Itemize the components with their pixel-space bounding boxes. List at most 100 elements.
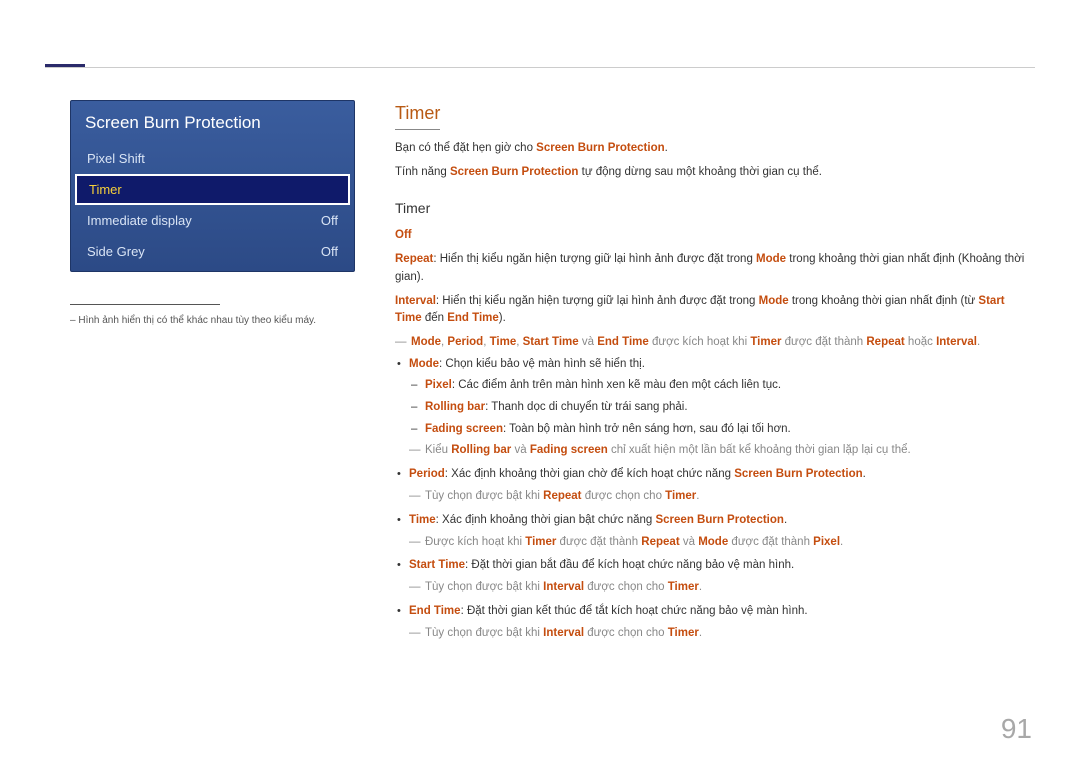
text: Bạn có thể đặt hẹn giờ cho: [395, 142, 536, 154]
interval-line: Interval: Hiển thị kiểu ngăn hiện tượng …: [395, 293, 1032, 329]
mode-bullets: Mode: Chọn kiểu bảo vệ màn hình sẽ hiển …: [395, 356, 1032, 643]
bullet-start-time: Start Time: Đặt thời gian bắt đầu để kíc…: [395, 557, 1032, 597]
text: : Xác định khoảng thời gian bật chức năn…: [436, 514, 656, 526]
text: được chọn cho: [582, 490, 666, 502]
note-start-time: Tùy chọn được bật khi Interval được chọn…: [409, 579, 1032, 597]
menu-item-immediate-display[interactable]: Immediate display Off: [71, 205, 354, 236]
text: được kích hoạt khi: [649, 336, 751, 348]
sub-rolling-bar: Rolling bar: Thanh dọc di chuyển từ trái…: [409, 399, 1032, 417]
text: .: [699, 581, 702, 593]
text: được chọn cho: [584, 627, 668, 639]
off-line: Off: [395, 227, 1032, 245]
menu-item-timer[interactable]: Timer: [75, 174, 350, 205]
highlight: Timer: [750, 336, 781, 348]
text: trong khoảng thời gian nhất định (từ: [789, 295, 979, 307]
left-column: Screen Burn Protection Pixel Shift Timer…: [70, 100, 355, 739]
text: .: [665, 142, 668, 154]
highlight: End Time: [597, 336, 649, 348]
menu-card: Screen Burn Protection Pixel Shift Timer…: [70, 100, 355, 272]
text: : Đặt thời gian kết thúc để tắt kích hoạ…: [461, 605, 808, 617]
right-column: Timer Bạn có thể đặt hẹn giờ cho Screen …: [395, 100, 1032, 739]
menu-item-label: Immediate display: [87, 213, 192, 228]
text: Tính năng: [395, 166, 450, 178]
text: được chọn cho: [584, 581, 668, 593]
highlight: Mode: [698, 536, 728, 548]
text: .: [977, 336, 980, 348]
highlight: Period: [447, 336, 483, 348]
text: : Thanh dọc di chuyển từ trái sang phải.: [485, 401, 687, 413]
menu-item-pixel-shift[interactable]: Pixel Shift: [71, 143, 354, 174]
text: : Xác định khoảng thời gian chờ để kích …: [445, 468, 734, 480]
sub-fading-screen: Fading screen: Toàn bộ màn hình trở nên …: [409, 421, 1032, 439]
menu-item-value: Off: [321, 213, 338, 228]
highlight: Mode: [759, 295, 789, 307]
text: .: [696, 490, 699, 502]
note-activation: Mode, Period, Time, Start Time và End Ti…: [395, 334, 1032, 352]
header-rule: [45, 67, 1035, 68]
highlight: Timer: [525, 536, 556, 548]
highlight: Interval: [395, 295, 436, 307]
bullet-end-time: End Time: Đặt thời gian kết thúc để tắt …: [395, 603, 1032, 643]
mode-sublist: Pixel: Các điểm ảnh trên màn hình xen kẽ…: [409, 377, 1032, 438]
menu-item-label: Side Grey: [87, 244, 145, 259]
highlight: Period: [409, 468, 445, 480]
highlight: Timer: [668, 627, 699, 639]
text: đến: [422, 312, 448, 324]
subheading-timer: Timer: [395, 198, 1032, 220]
highlight: End Time: [409, 605, 461, 617]
text: Tùy chọn được bật khi: [425, 627, 543, 639]
text: Được kích hoạt khi: [425, 536, 525, 548]
text: .: [699, 627, 702, 639]
menu-item-side-grey[interactable]: Side Grey Off: [71, 236, 354, 271]
text: : Các điểm ảnh trên màn hình xen kẽ màu …: [452, 379, 781, 391]
note-period: Tùy chọn được bật khi Repeat được chọn c…: [409, 488, 1032, 506]
text: chỉ xuất hiện một lần bất kể khoảng thời…: [608, 444, 911, 456]
text: : Toàn bộ màn hình trở nên sáng hơn, sau…: [503, 423, 791, 435]
highlight: Timer: [668, 581, 699, 593]
highlight: Pixel: [813, 536, 840, 548]
page-number: 91: [1001, 713, 1032, 745]
left-footnote: – Hình ảnh hiển thị có thể khác nhau tùy…: [70, 315, 355, 326]
highlight: Rolling bar: [425, 401, 485, 413]
text: và: [680, 536, 699, 548]
highlight: Interval: [543, 627, 584, 639]
highlight: Repeat: [543, 490, 581, 502]
menu-item-value: Off: [321, 244, 338, 259]
text: Kiểu: [425, 444, 451, 456]
text: : Đặt thời gian bắt đầu để kích hoạt chứ…: [465, 559, 794, 571]
highlight: Mode: [411, 336, 441, 348]
highlight: Timer: [665, 490, 696, 502]
repeat-line: Repeat: Hiển thị kiểu ngăn hiện tượng gi…: [395, 251, 1032, 287]
menu-item-label: Pixel Shift: [87, 151, 145, 166]
note-time: Được kích hoạt khi Timer được đặt thành …: [409, 534, 1032, 552]
text: : Hiển thị kiểu ngăn hiện tượng giữ lại …: [433, 253, 756, 265]
footnote-text: Hình ảnh hiển thị có thể khác nhau tùy t…: [78, 315, 316, 326]
text: hoặc: [905, 336, 936, 348]
bullet-period: Period: Xác định khoảng thời gian chờ để…: [395, 466, 1032, 506]
text: .: [840, 536, 843, 548]
highlight: Interval: [936, 336, 977, 348]
text: được đặt thành: [728, 536, 813, 548]
highlight: Start Time: [523, 336, 579, 348]
highlight: Start Time: [409, 559, 465, 571]
text: được đặt thành: [556, 536, 641, 548]
text: : Chọn kiểu bảo vệ màn hình sẽ hiển thị.: [439, 358, 645, 370]
section-heading: Timer: [395, 100, 440, 130]
text: : Hiển thị kiểu ngăn hiện tượng giữ lại …: [436, 295, 759, 307]
highlight: Time: [490, 336, 517, 348]
highlight: Mode: [409, 358, 439, 370]
highlight: Interval: [543, 581, 584, 593]
highlight: Screen Burn Protection: [655, 514, 783, 526]
highlight: Off: [395, 229, 412, 241]
highlight: Mode: [756, 253, 786, 265]
page-content: Screen Burn Protection Pixel Shift Timer…: [70, 100, 1032, 739]
highlight: Pixel: [425, 379, 452, 391]
footnote-rule: [70, 304, 220, 305]
text: ).: [499, 312, 506, 324]
sub-pixel: Pixel: Các điểm ảnh trên màn hình xen kẽ…: [409, 377, 1032, 395]
text: và: [579, 336, 598, 348]
highlight: Repeat: [641, 536, 679, 548]
bullet-mode: Mode: Chọn kiểu bảo vệ màn hình sẽ hiển …: [395, 356, 1032, 460]
menu-title: Screen Burn Protection: [71, 101, 354, 143]
highlight: Fading screen: [425, 423, 503, 435]
